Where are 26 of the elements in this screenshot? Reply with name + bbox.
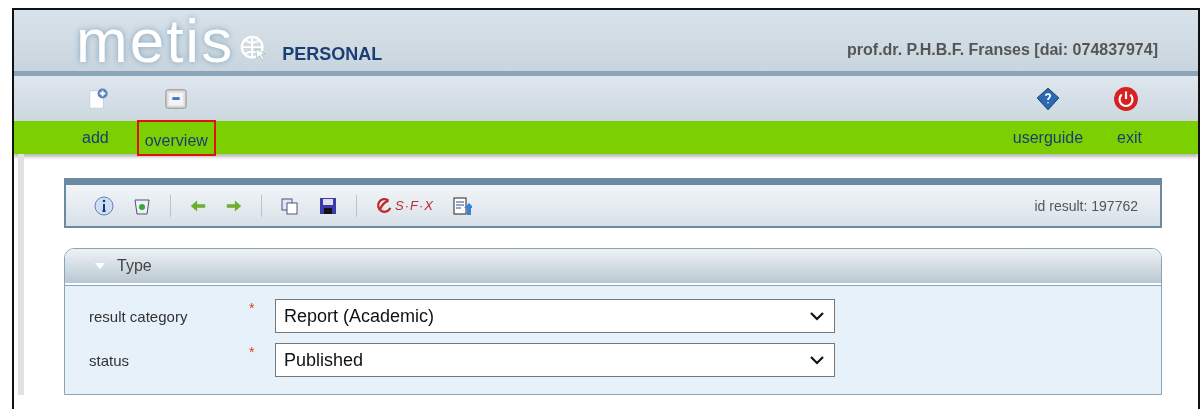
chevron-down-icon[interactable] — [810, 311, 824, 321]
nav-link[interactable]: exit — [1113, 124, 1146, 151]
document-upload-icon[interactable] — [451, 195, 472, 216]
section-header[interactable]: Type — [65, 249, 1161, 285]
add-document-icon[interactable] — [87, 87, 109, 110]
required-mark: * — [249, 344, 256, 360]
nav-link[interactable]: add — [78, 124, 113, 151]
id-result-text: id result: 197762 — [1034, 197, 1138, 214]
edition-label: PERSONAL — [282, 44, 383, 65]
dropdown-field[interactable]: Report (Academic) — [275, 299, 835, 333]
power-icon[interactable] — [1113, 85, 1139, 112]
sfx-link[interactable]: S·F·X — [375, 196, 434, 215]
copy-icon[interactable] — [280, 195, 300, 216]
field-label: status — [89, 351, 131, 369]
required-mark: * — [249, 300, 256, 316]
user-name: prof.dr. P.H.B.F. Franses [dai: 074837974] — [847, 41, 1158, 59]
info-icon[interactable] — [94, 195, 114, 216]
save-icon[interactable] — [318, 195, 338, 216]
chevron-down-icon[interactable] — [810, 355, 824, 365]
dropdown-field[interactable]: Published — [275, 343, 835, 377]
swirl-icon — [375, 196, 393, 215]
nav-link[interactable]: userguide — [1008, 124, 1088, 151]
globe-cursor-icon — [240, 35, 269, 63]
nav-link[interactable]: overview — [138, 121, 214, 154]
list-window-icon[interactable] — [165, 87, 187, 110]
field-label: result category — [89, 307, 189, 325]
